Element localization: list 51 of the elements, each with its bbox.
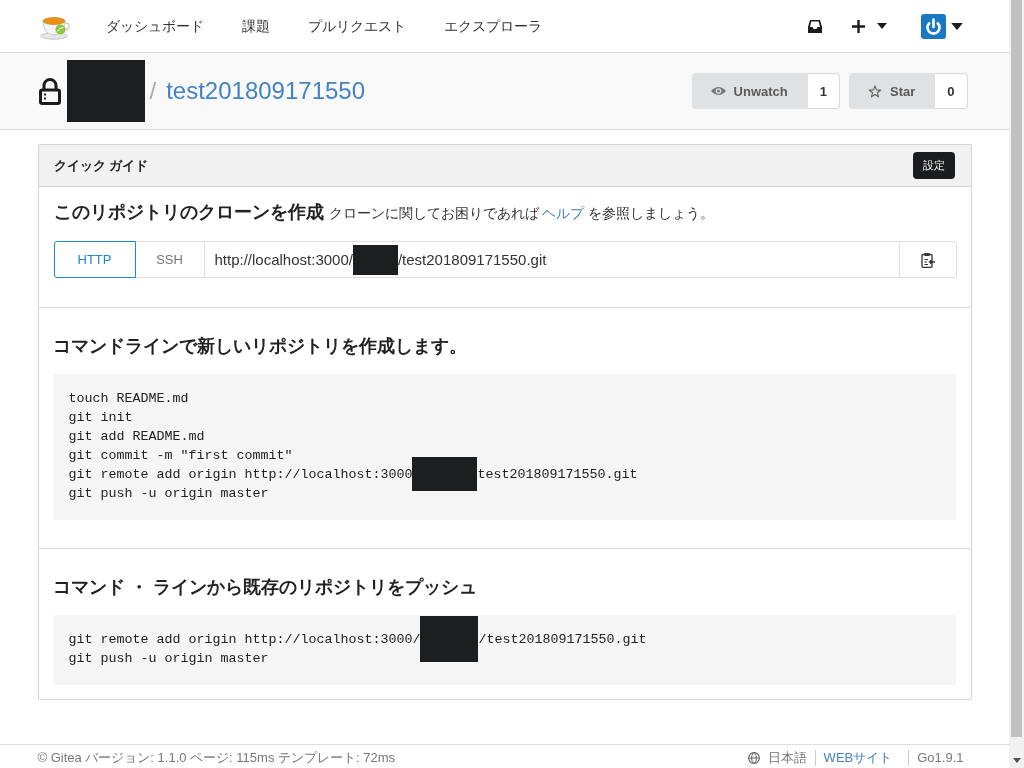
lock-icon	[38, 77, 61, 105]
nav-link[interactable]: ダッシュボード	[86, 16, 223, 36]
eye-icon	[710, 86, 726, 96]
nav-link[interactable]: プルリクエスト	[288, 16, 425, 36]
website-link[interactable]: WEBサイト	[814, 750, 901, 766]
clipboard-icon	[920, 251, 935, 268]
protocol-button[interactable]: SSH	[135, 241, 205, 278]
nav-link[interactable]: エクスプローラ	[424, 16, 561, 36]
code-line: git push -u origin master	[68, 651, 269, 666]
path-separator: /	[149, 77, 157, 105]
avatar-icon[interactable]	[920, 13, 946, 39]
watch-button[interactable]: Unwatch	[691, 73, 808, 109]
redaction-block	[412, 457, 478, 492]
code-text: test201809171550.git	[477, 467, 638, 482]
plus-icon[interactable]	[851, 19, 865, 33]
repo-name-link[interactable]: test201809171550	[166, 77, 366, 105]
scrollbar[interactable]	[1009, 0, 1024, 768]
inbox-icon[interactable]	[807, 19, 822, 33]
code-text: git remote add origin http://localhost:3000/	[68, 632, 421, 647]
language-selector[interactable]: 日本語	[767, 750, 807, 766]
protocol-button[interactable]: HTTP	[53, 241, 136, 278]
code-line: git add README.md	[68, 429, 205, 444]
code-line: git init	[68, 410, 133, 425]
panel-title: クイック ガイド	[53, 156, 149, 175]
code-line: git commit -m "first commit"	[68, 448, 293, 463]
star-icon	[867, 84, 882, 98]
nav-link[interactable]: 課題	[222, 16, 289, 36]
caret-icon[interactable]	[950, 22, 963, 30]
section-title: コマンドラインで新しいリポジトリを作成します。	[52, 335, 468, 358]
scroll-down-arrow-icon[interactable]	[1012, 758, 1021, 763]
caret-icon[interactable]	[876, 23, 887, 29]
redaction-block	[352, 244, 398, 275]
footer-info: © Gitea バージョン: 1.1.0 ページ: 115ms テンプレート: 72ms	[37, 750, 396, 766]
copy-button[interactable]	[898, 241, 957, 278]
section-title: コマンド ・ ラインから既存のリポジトリをプッシュ	[52, 576, 478, 599]
code-line: touch README.md	[68, 391, 189, 406]
redaction-block	[420, 616, 479, 663]
code-text: /test201809171550.git	[478, 632, 647, 647]
settings-button[interactable]: 設定	[912, 152, 955, 179]
globe-icon[interactable]	[747, 752, 760, 764]
help-text: クローンに関してお困りであれば ヘルプ を参照しましょう。	[328, 205, 715, 223]
help-link[interactable]: ヘルプ	[542, 206, 585, 221]
clone-title: このリポジトリのクローンを作成	[53, 201, 324, 224]
scrollbar-thumb[interactable]	[1011, 0, 1022, 737]
star-count[interactable]: 0	[935, 73, 968, 109]
watch-count[interactable]: 1	[807, 73, 840, 109]
code-line: git push -u origin master	[68, 486, 269, 501]
code-text: git remote add origin http://localhost:3000	[68, 467, 413, 482]
version-text: Go1.9.1	[908, 750, 972, 766]
clone-url-field[interactable]: http://localhost:3000/ /test201809171550.git	[204, 241, 899, 278]
star-button[interactable]: Star	[848, 73, 936, 109]
